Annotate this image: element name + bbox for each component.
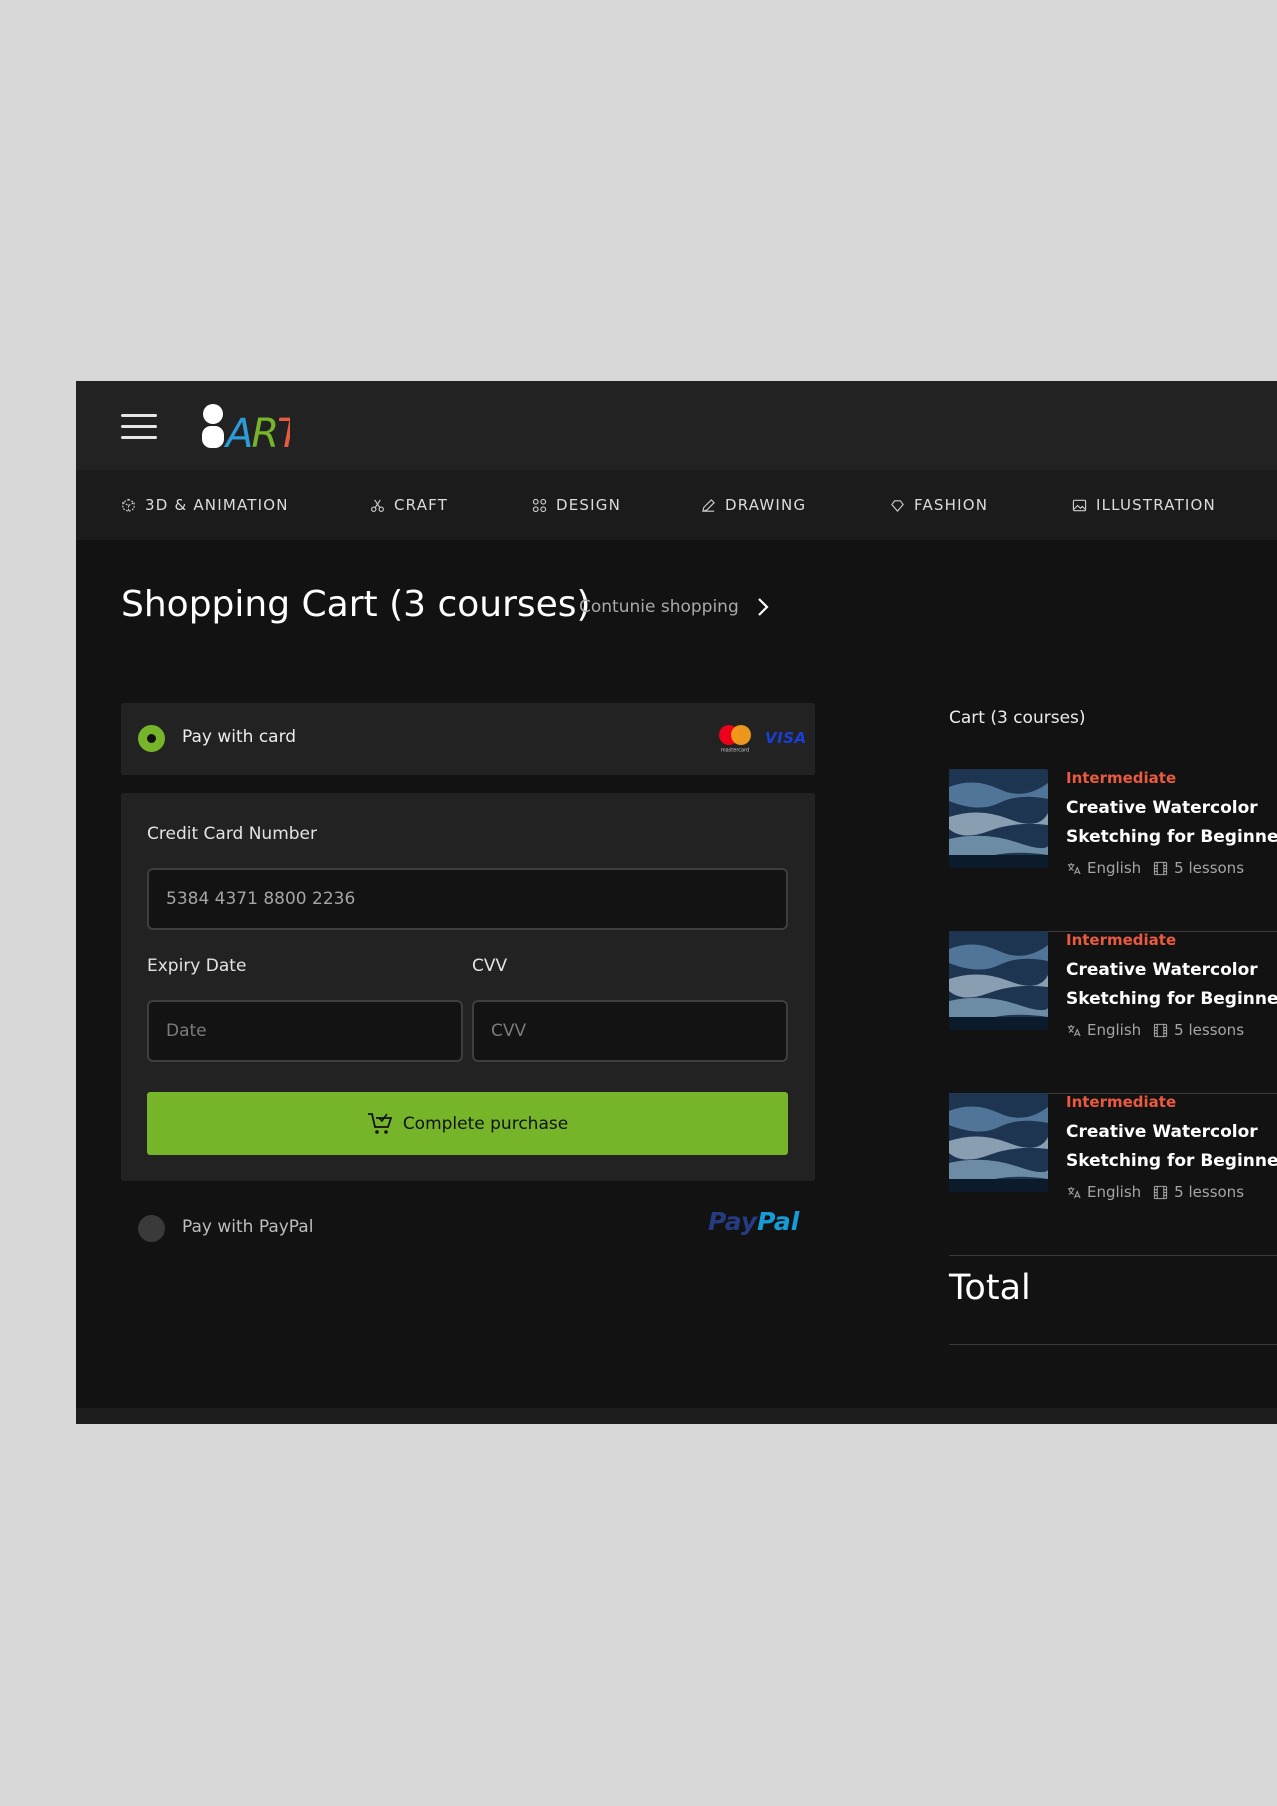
film-icon [1154, 1185, 1168, 1199]
category-3d-animation[interactable]: 3D & ANIMATION [121, 494, 289, 516]
category-label: CRAFT [394, 496, 449, 514]
diamond-icon [891, 499, 904, 512]
category-drawing[interactable]: DRAWING [701, 494, 806, 516]
category-design[interactable]: DESIGN [532, 494, 621, 516]
category-craft[interactable]: CRAFT [370, 494, 448, 516]
course-thumbnail [949, 1093, 1048, 1192]
card-radio[interactable] [138, 725, 165, 752]
category-fashion[interactable]: FASHION [890, 494, 988, 516]
category-illustration[interactable]: ILLUSTRATION [1072, 494, 1216, 516]
course-lessons: 5 lessons [1174, 859, 1245, 877]
image-icon [1072, 499, 1087, 511]
course-meta: English 5 lessons [1066, 1021, 1244, 1039]
cart-item[interactable]: Intermediate Creative Watercolor Sketchi… [949, 1093, 1277, 1256]
category-label: DESIGN [556, 496, 622, 514]
watercolor-thumbnail-image [949, 1093, 1048, 1192]
cart-summary-title: Cart (3 courses) [949, 708, 1086, 728]
page-title: Shopping Cart (3 courses) [121, 584, 591, 625]
film-icon [1154, 1023, 1168, 1037]
watercolor-thumbnail-image [949, 769, 1048, 868]
course-language: English [1087, 859, 1142, 877]
course-meta: English 5 lessons [1066, 1183, 1244, 1201]
category-label: FASHION [914, 496, 989, 514]
menu-icon[interactable] [121, 408, 157, 444]
category-label: DRAWING [725, 496, 807, 514]
pencil-icon [702, 498, 715, 512]
chevron-right-icon [757, 598, 769, 616]
card-form: Credit Card Number Expiry Date CVV Compl… [121, 793, 815, 1181]
top-bar: ART [76, 381, 1277, 470]
continue-shopping-label: Contunie shopping [579, 597, 739, 617]
total-label: Total [949, 1268, 1031, 1308]
card-number-label: Credit Card Number [147, 824, 317, 844]
course-thumbnail [949, 931, 1048, 1030]
logo[interactable]: ART [200, 403, 307, 457]
continue-shopping-link[interactable]: Contunie shopping [579, 597, 769, 617]
language-icon [1067, 1024, 1081, 1036]
course-title[interactable]: Creative Watercolor Sketching for Beginn… [1066, 1118, 1277, 1176]
footer-strip [76, 1408, 1277, 1424]
svg-text:ART: ART [223, 411, 290, 451]
logo-mark-icon: ART [202, 404, 307, 457]
category-nav: 3D & ANIMATION CRAFT DESIGN DRAWING FASH… [76, 470, 1277, 540]
course-level: Intermediate [1066, 769, 1177, 787]
card-number-input[interactable] [147, 868, 788, 930]
cart-item[interactable]: Intermediate Creative Watercolor Sketchi… [949, 931, 1277, 1094]
course-level: Intermediate [1066, 931, 1177, 949]
pay-with-card-label: Pay with card [182, 727, 297, 747]
course-language: English [1087, 1021, 1142, 1039]
mastercard-wordmark: mastercard [721, 748, 749, 754]
expiry-date-label: Expiry Date [147, 956, 247, 976]
course-level: Intermediate [1066, 1093, 1177, 1111]
complete-purchase-label: Complete purchase [402, 1113, 569, 1134]
design-icon [532, 498, 547, 512]
pay-with-paypal-label: Pay with PayPal [182, 1217, 314, 1237]
language-icon [1067, 1186, 1081, 1198]
expiry-date-input[interactable] [147, 1000, 463, 1062]
cube-icon [122, 498, 135, 512]
visa-logo: VISA [765, 729, 807, 747]
course-language: English [1087, 1183, 1142, 1201]
cvv-input[interactable] [472, 1000, 788, 1062]
mastercard-icon: mastercard [719, 725, 751, 754]
paypal-logo-pal: Pal [757, 1207, 800, 1236]
course-lessons: 5 lessons [1174, 1021, 1245, 1039]
course-meta: English 5 lessons [1066, 859, 1244, 877]
paypal-radio[interactable] [138, 1215, 165, 1242]
course-lessons: 5 lessons [1174, 1183, 1245, 1201]
scissors-icon [371, 499, 384, 512]
complete-purchase-button[interactable]: Complete purchase [147, 1092, 788, 1155]
course-title[interactable]: Creative Watercolor Sketching for Beginn… [1066, 794, 1277, 852]
category-label: 3D & ANIMATION [145, 496, 289, 514]
total-divider [949, 1344, 1277, 1345]
pay-with-paypal-option[interactable]: Pay with PayPal PayPal [121, 1199, 815, 1259]
film-icon [1154, 861, 1168, 875]
category-label: ILLUSTRATION [1096, 496, 1216, 514]
language-icon [1067, 862, 1081, 874]
cart-item[interactable]: Intermediate Creative Watercolor Sketchi… [949, 769, 1277, 932]
app-window: ART 3D & ANIMATION CRAFT DESIGN DRAWING … [76, 381, 1277, 1424]
paypal-logo-pay: Pay [708, 1207, 758, 1236]
paypal-logo: PayPal [708, 1207, 799, 1236]
course-thumbnail [949, 769, 1048, 868]
watercolor-thumbnail-image [949, 931, 1048, 1030]
course-title[interactable]: Creative Watercolor Sketching for Beginn… [1066, 956, 1277, 1014]
pay-with-card-option[interactable]: Pay with card mastercard VISA [121, 703, 815, 775]
cart-icon [367, 1112, 393, 1134]
cvv-label: CVV [472, 956, 508, 976]
